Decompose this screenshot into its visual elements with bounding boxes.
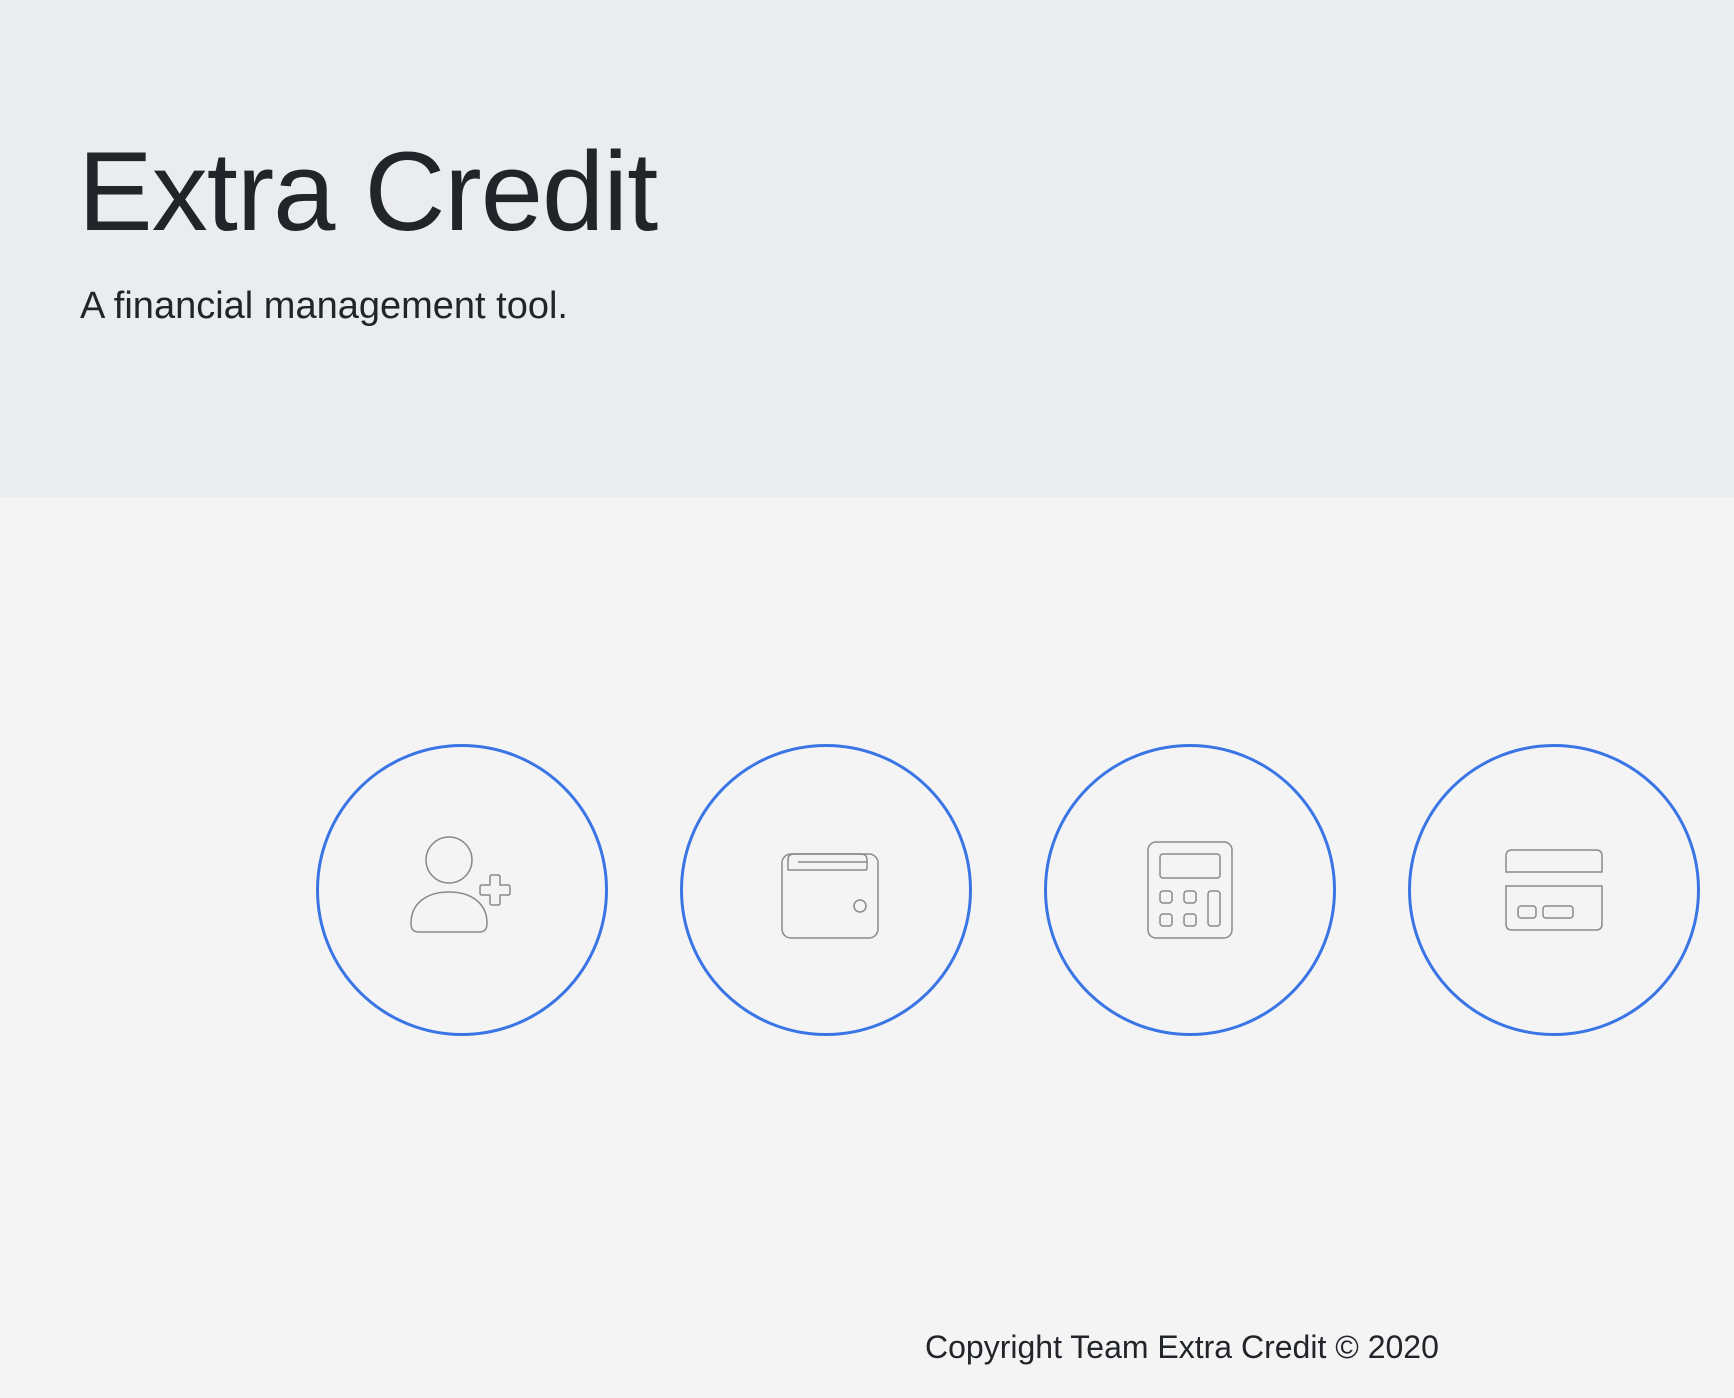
copyright-text: Copyright Team Extra Credit © 2020 xyxy=(925,1329,1439,1365)
person-plus-icon xyxy=(392,820,532,960)
wallet-button[interactable] xyxy=(680,744,972,1036)
calculator-icon xyxy=(1120,820,1260,960)
page-title: Extra Credit xyxy=(78,129,658,254)
credit-card-icon xyxy=(1484,820,1624,960)
credit-card-button[interactable] xyxy=(1408,744,1700,1036)
add-user-button[interactable] xyxy=(316,744,608,1036)
page-subtitle: A financial management tool. xyxy=(80,285,568,327)
wallet-icon xyxy=(756,820,896,960)
hero-banner: Extra Credit A financial management tool… xyxy=(0,0,1734,497)
calculator-button[interactable] xyxy=(1044,744,1336,1036)
footer: Copyright Team Extra Credit © 2020 xyxy=(0,1320,1734,1380)
